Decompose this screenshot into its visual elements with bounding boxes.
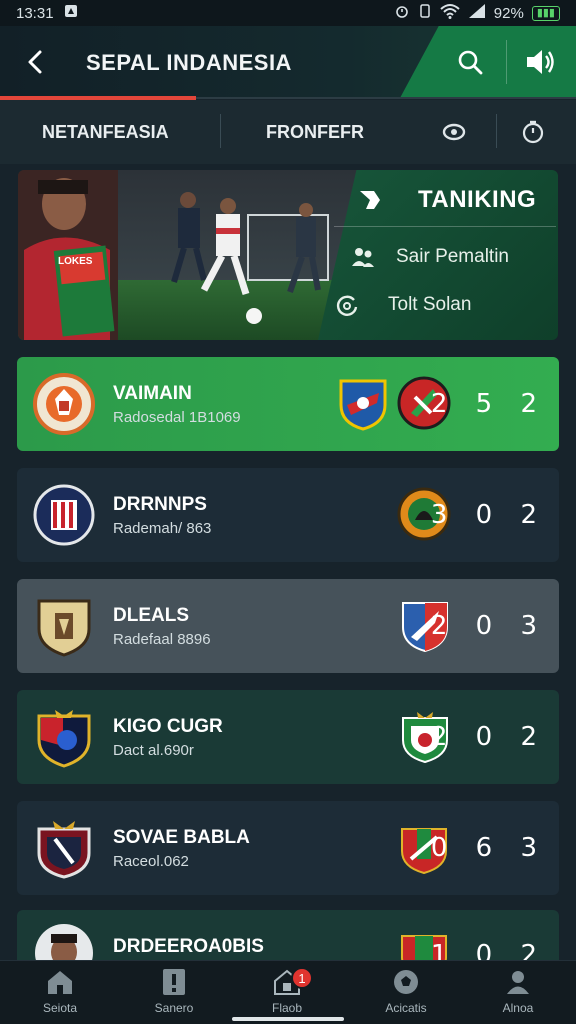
team-crest-icon [37, 821, 91, 879]
match-score: 2 0 3 [430, 611, 547, 641]
nav-item-sanero[interactable]: Sanero [134, 967, 214, 1023]
nav-item-seiota[interactable]: Seiota [20, 967, 100, 1023]
team-name: DRDEEROA0BIS [113, 936, 264, 957]
match-photo [18, 170, 358, 340]
match-card[interactable]: SOVAE BABLA Raceol.062 0 6 3 [17, 801, 559, 895]
team-subtitle: Dact al.690r [113, 742, 194, 759]
nav-item-acicatis[interactable]: Acicatis [366, 967, 446, 1023]
search-icon [458, 50, 483, 75]
chat-icon [442, 123, 466, 141]
match-card[interactable]: DRRNNPS Rademah/ 863 3 0 2 [17, 468, 559, 562]
refresh-icon [336, 295, 358, 316]
signal-icon [468, 3, 486, 23]
tab-divider [220, 114, 221, 148]
panel-item-salon-label: Tolt Solan [388, 294, 472, 315]
match-card[interactable]: VAIMAIN Radosedal 1B1069 2 5 2 [17, 357, 559, 451]
wifi-icon [440, 3, 460, 23]
match-score: 3 0 2 [430, 500, 547, 530]
banner-badge-text: LOKES [58, 256, 93, 267]
match-score: 2 0 2 [430, 722, 547, 752]
tab-bar: NETANFEASIA FRONFEFR [0, 100, 576, 164]
match-card[interactable]: DLEALS Radefaal 8896 2 0 3 [17, 579, 559, 673]
header-divider [506, 40, 507, 84]
ball-icon [394, 970, 418, 994]
ranking-label: TANIKING [418, 186, 537, 213]
header-progress-track [196, 97, 576, 99]
back-button[interactable] [20, 46, 50, 78]
panel-divider [334, 226, 556, 227]
sound-button[interactable] [520, 44, 560, 80]
tab-netanfeasia[interactable]: NETANFEASIA [42, 100, 169, 164]
trophy-icon [360, 191, 380, 209]
nav-label: Sanero [154, 1001, 194, 1015]
vibrate-icon [418, 3, 432, 23]
team-name: VAIMAIN [113, 383, 192, 404]
profile-icon [507, 971, 529, 994]
alarm-icon [394, 3, 410, 23]
bottom-nav: Seiota Sanero Flaob 1 Acicatis Alnoa [0, 960, 576, 1024]
team-crest-icon [37, 710, 91, 768]
team-name: DLEALS [113, 605, 189, 626]
notification-badge: 1 [291, 967, 313, 989]
team-crest-icon [37, 599, 91, 657]
battery-icon: ▮▮▮ [531, 5, 560, 21]
notification-icon [64, 4, 78, 22]
speaker-icon [527, 50, 554, 74]
match-card[interactable]: KIGO CUGR Dact al.690r 2 0 2 [17, 690, 559, 784]
home-icon [48, 971, 72, 994]
search-button[interactable] [452, 44, 488, 80]
team-subtitle: Radefaal 8896 [113, 631, 211, 648]
team-name: KIGO CUGR [113, 716, 223, 737]
chat-button[interactable] [436, 114, 472, 150]
nav-label: Flaob [271, 1001, 303, 1015]
team-name: SOVAE BABLA [113, 827, 250, 848]
nav-label: Acicatis [385, 1001, 427, 1015]
ranking-row[interactable]: TANIKING [356, 186, 536, 214]
match-score: 2 5 2 [430, 389, 547, 419]
players-icon [352, 248, 374, 267]
opponent-crest-icon [339, 379, 387, 431]
match-score: 0 6 3 [430, 833, 547, 863]
panel-item-salon[interactable]: Tolt Solan [334, 292, 471, 318]
page-title: SEPAL INDANESIA [86, 50, 292, 75]
stopwatch-icon [522, 120, 544, 144]
tab-fronfefr[interactable]: FRONFEFR [266, 100, 364, 164]
nav-label: Alnoa [502, 1001, 534, 1015]
nav-label: Seiota [42, 1001, 78, 1015]
tab-divider [496, 114, 497, 148]
timer-button[interactable] [515, 114, 551, 150]
nav-item-flaob[interactable]: Flaob 1 [247, 967, 327, 1023]
team-subtitle: Radosedal 1B1069 [113, 409, 241, 426]
team-subtitle: Raceol.062 [113, 853, 189, 870]
home-indicator [232, 1017, 344, 1021]
battery-percent: 92% [493, 4, 524, 22]
status-time: 13:31 [16, 4, 54, 22]
nav-item-alnoa[interactable]: Alnoa [478, 967, 558, 1023]
team-crest-icon [33, 373, 95, 435]
panel-item-player[interactable]: Sair Pemaltin [350, 244, 509, 270]
alert-icon [163, 969, 185, 995]
team-subtitle: Rademah/ 863 [113, 520, 212, 537]
team-name: DRRNNPS [113, 494, 207, 515]
app-header: SEPAL INDANESIA [0, 26, 576, 98]
panel-item-player-label: Sair Pemaltin [396, 246, 509, 267]
team-crest-icon [33, 484, 95, 546]
status-bar: 13:31 92% ▮▮▮ [0, 0, 576, 26]
